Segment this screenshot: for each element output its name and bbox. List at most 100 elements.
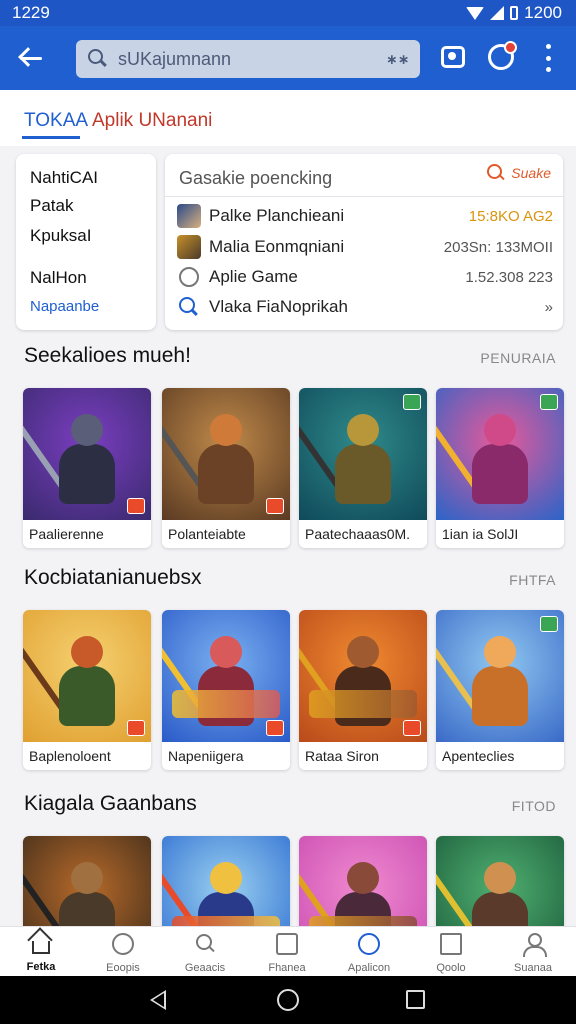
ranking-row[interactable]: Vlaka FiaNoprikah » (177, 293, 553, 321)
nav-item-fetka[interactable]: Fetka (0, 933, 82, 975)
system-recents-icon[interactable] (406, 990, 425, 1009)
game-cover-art (162, 610, 290, 742)
nav-label: Geaacis (184, 962, 226, 974)
game-tile[interactable]: Baplenoloent (23, 610, 151, 770)
tab-toka[interactable]: TOKAA (24, 110, 88, 132)
avatar-thumbnail (177, 204, 201, 228)
divider (165, 196, 563, 197)
game-tile[interactable]: 1ian ia SolJI (436, 388, 564, 548)
game-cover-art (436, 836, 564, 926)
search-bar[interactable]: sUKajumnann ∗∗ (76, 40, 420, 78)
system-back-icon[interactable] (150, 990, 166, 1010)
game-tile[interactable]: Polanteiabte (162, 388, 290, 548)
battery-icon (510, 6, 519, 20)
ranking-card: Gasakie poencking Suake Palke Planchiean… (165, 154, 563, 330)
game-title: Paatechaaas0M. (305, 526, 411, 542)
nav-item-geaacis[interactable]: Geaacis (164, 933, 246, 976)
notification-icon[interactable] (488, 41, 517, 70)
person-icon (522, 933, 547, 957)
game-tile[interactable]: Rataa Siron (299, 610, 427, 770)
rating-badge-icon (266, 498, 284, 514)
game-logo (172, 690, 280, 718)
search-input[interactable]: sUKajumnann (118, 49, 386, 70)
status-icons: 1200 (466, 3, 562, 23)
ranking-more-button[interactable]: Suake (487, 164, 551, 182)
nav-label: Qoolo (436, 962, 466, 974)
ranking-more-label: Suake (511, 165, 551, 181)
status-time: 1229 (12, 3, 50, 22)
category-card: NahtiCAI Patak KpuksaI NalHon Napaanbe (16, 154, 156, 330)
game-title: Baplenoloent (29, 748, 111, 764)
signal-icon (490, 6, 505, 20)
tab-indicator (22, 136, 80, 139)
wifi-icon (466, 6, 485, 20)
apps-icon (358, 933, 380, 955)
category-item[interactable]: NalHon (30, 268, 87, 288)
game-tile[interactable]: Paatechaaas0M. (299, 388, 427, 548)
ranking-name: Palke Planchieani (209, 206, 345, 225)
system-home-icon[interactable] (277, 989, 299, 1011)
game-cover-art (23, 836, 151, 926)
game-tile[interactable] (162, 836, 290, 926)
smile-icon (112, 933, 134, 955)
section-more-link[interactable]: FHTFA (509, 572, 556, 588)
nav-item-apalicon[interactable]: Apalicon (328, 933, 410, 976)
game-tile[interactable] (436, 836, 564, 926)
search-icon (88, 49, 108, 69)
ranking-row[interactable]: Malia Eonmqniani 203Sn: 133MOII (177, 233, 553, 261)
game-tile[interactable]: Paalierenne (23, 388, 151, 548)
game-title: Polanteiabte (168, 526, 246, 542)
chevron-right-icon: » (544, 298, 553, 316)
nav-item-eoopis[interactable]: Eoopis (82, 933, 164, 976)
game-title: Rataa Siron (305, 748, 379, 764)
game-tile[interactable]: Napeniigera (162, 610, 290, 770)
app-bar: sUKajumnann ∗∗ (0, 26, 576, 90)
more-menu-icon[interactable] (546, 44, 552, 72)
rating-badge-icon (127, 720, 145, 736)
section-more-link[interactable]: FITOD (512, 798, 556, 814)
rating-badge-icon (266, 720, 284, 736)
rating-badge-icon (127, 498, 145, 514)
voice-icon[interactable]: ∗∗ (386, 51, 409, 68)
category-item[interactable]: Patak (30, 196, 73, 216)
nav-label: Fetka (26, 961, 56, 973)
system-navigation-bar (0, 976, 576, 1024)
search-icon (194, 933, 216, 955)
nav-item-qoolo[interactable]: Qoolo (410, 933, 492, 976)
home-icon (32, 941, 50, 954)
game-cover-art (299, 388, 427, 520)
nav-item-suanaa[interactable]: Suanaa (492, 933, 574, 976)
category-item[interactable]: NahtiCAI (30, 168, 98, 188)
rating-badge-icon (540, 394, 558, 410)
camera-icon[interactable] (441, 46, 465, 68)
game-cover-art (23, 610, 151, 742)
rating-badge-icon (403, 394, 421, 410)
avatar-thumbnail (177, 235, 201, 259)
nav-item-fhanea[interactable]: Fhanea (246, 933, 328, 976)
ranking-row[interactable]: Aplie Game 1.52.308 223 (177, 263, 553, 291)
game-title: Napeniigera (168, 748, 244, 764)
ranking-name: Vlaka FiaNoprikah (209, 297, 348, 316)
game-title: Apenteclies (442, 748, 515, 764)
game-tile[interactable] (299, 836, 427, 926)
game-tile[interactable] (23, 836, 151, 926)
game-cover-art (436, 610, 564, 742)
ranking-name: Malia Eonmqniani (209, 237, 345, 256)
status-bar: 1229 1200 (0, 0, 576, 26)
game-tile[interactable]: Apenteclies (436, 610, 564, 770)
back-arrow-icon[interactable] (18, 46, 44, 70)
nav-label: Apalicon (347, 962, 391, 974)
ranking-title: Gasakie poencking (179, 168, 333, 188)
category-item[interactable]: KpuksaI (30, 226, 91, 246)
search-icon (487, 164, 505, 182)
grid-icon (276, 933, 298, 955)
rating-badge-icon (403, 720, 421, 736)
ranking-value: 1.52.308 223 (465, 268, 553, 286)
ranking-value: 203Sn: 133MOII (443, 238, 553, 256)
category-link[interactable]: Napaanbe (30, 298, 99, 315)
ranking-row[interactable]: Palke Planchieani 15:8KO AG2 (177, 202, 553, 230)
tab-aplik[interactable]: Aplik UNanani (92, 110, 212, 132)
notification-badge (504, 41, 517, 54)
section-more-link[interactable]: PENURAIA (480, 350, 556, 366)
game-cover-art (436, 388, 564, 520)
